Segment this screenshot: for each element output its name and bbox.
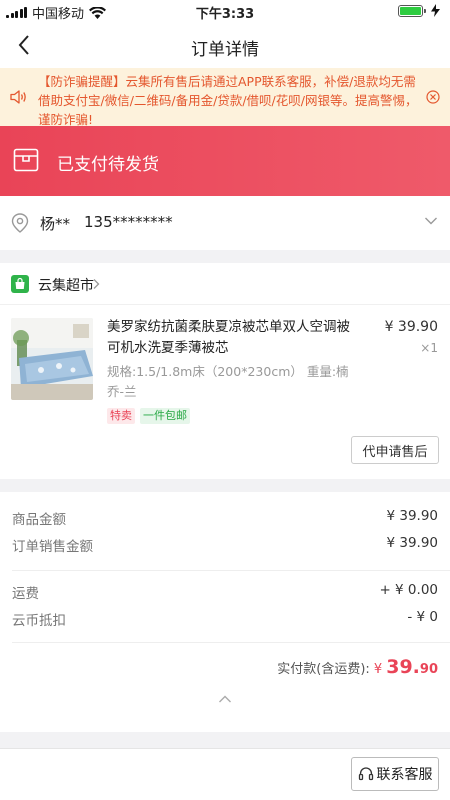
location-pin-icon bbox=[11, 213, 29, 233]
charging-icon bbox=[431, 4, 440, 17]
store-header[interactable]: 云集超市 bbox=[0, 263, 450, 305]
shipping-value: + ¥ 0.00 bbox=[379, 582, 438, 598]
coin-row: 云币抵扣 - ¥ 0 bbox=[12, 609, 438, 629]
tag-free-shipping: 一件包邮 bbox=[140, 408, 190, 424]
goods-amount-label: 商品金额 bbox=[12, 512, 66, 528]
divider bbox=[12, 570, 450, 571]
total-payment: 实付款(含运费): ¥ 39.90 bbox=[277, 656, 438, 678]
product-price: ¥ 39.90 bbox=[384, 319, 438, 335]
order-sale-row: 订单销售金额 ¥ 39.90 bbox=[12, 535, 438, 555]
tag-special-sale: 特卖 bbox=[107, 408, 135, 424]
status-bar: 中国移动 下午3:33 bbox=[0, 0, 450, 22]
store-bag-icon bbox=[11, 275, 29, 293]
bottom-bar: 联系客服 bbox=[0, 748, 450, 800]
chevron-right-icon bbox=[93, 279, 100, 289]
total-label: 实付款(含运费): bbox=[277, 662, 370, 677]
chevron-down-icon[interactable] bbox=[424, 216, 438, 226]
order-status-banner: 已支付待发货 bbox=[0, 126, 450, 196]
goods-amount-value: ¥ 39.90 bbox=[386, 508, 438, 524]
battery-icon bbox=[398, 4, 426, 17]
shipping-row: 运费 + ¥ 0.00 bbox=[12, 582, 438, 602]
product-spec: 规格:1.5/1.8m床（200*230cm） 重量:楠乔-兰 bbox=[107, 364, 349, 399]
total-currency: ¥ bbox=[373, 662, 383, 677]
contact-service-label: 联系客服 bbox=[376, 767, 433, 783]
store-name: 云集超市 bbox=[38, 278, 94, 294]
package-icon bbox=[13, 148, 39, 172]
clock: 下午3:33 bbox=[195, 7, 255, 22]
page-title: 订单详情 bbox=[191, 40, 259, 60]
total-integer: 39. bbox=[386, 656, 420, 678]
shipping-label: 运费 bbox=[12, 586, 39, 602]
product-quantity: ×1 bbox=[420, 341, 438, 355]
contact-service-button[interactable]: 联系客服 bbox=[351, 757, 439, 791]
speaker-icon bbox=[10, 90, 26, 104]
product-image[interactable] bbox=[11, 318, 93, 400]
coin-label: 云币抵扣 bbox=[12, 613, 66, 629]
nav-bar: 订单详情 bbox=[0, 22, 450, 68]
recipient-phone: 135******** bbox=[84, 213, 173, 231]
chevron-up-icon[interactable] bbox=[218, 694, 232, 704]
close-circle-icon[interactable] bbox=[426, 90, 440, 104]
order-sale-value: ¥ 39.90 bbox=[386, 535, 438, 551]
order-status-label: 已支付待发货 bbox=[57, 155, 159, 175]
headset-icon bbox=[358, 767, 373, 781]
after-sale-button[interactable]: 代申请售后 bbox=[351, 436, 439, 464]
notice-text: 【防诈骗提醒】云集所有售后请通过APP联系客服，补偿/退款均无需借助支付宝/微信… bbox=[38, 74, 418, 127]
store-card: 云集超市 美罗家纺抗菌柔肤夏凉被芯单双人空调被可机水洗夏季薄被芯 ¥ 39.90… bbox=[0, 263, 450, 479]
address-row[interactable]: 杨** 135******** bbox=[0, 196, 450, 250]
divider bbox=[12, 642, 450, 643]
recipient-name: 杨** bbox=[40, 215, 71, 233]
product-title[interactable]: 美罗家纺抗菌柔肤夏凉被芯单双人空调被可机水洗夏季薄被芯 bbox=[107, 317, 355, 359]
total-decimal: 90 bbox=[419, 662, 438, 677]
order-sale-label: 订单销售金额 bbox=[12, 539, 93, 555]
fraud-notice: 【防诈骗提醒】云集所有售后请通过APP联系客服，补偿/退款均无需借助支付宝/微信… bbox=[0, 68, 450, 127]
goods-amount-row: 商品金额 ¥ 39.90 bbox=[12, 508, 438, 528]
coin-value: - ¥ 0 bbox=[407, 609, 438, 625]
price-summary: 商品金额 ¥ 39.90 订单销售金额 ¥ 39.90 运费 + ¥ 0.00 … bbox=[0, 492, 450, 732]
